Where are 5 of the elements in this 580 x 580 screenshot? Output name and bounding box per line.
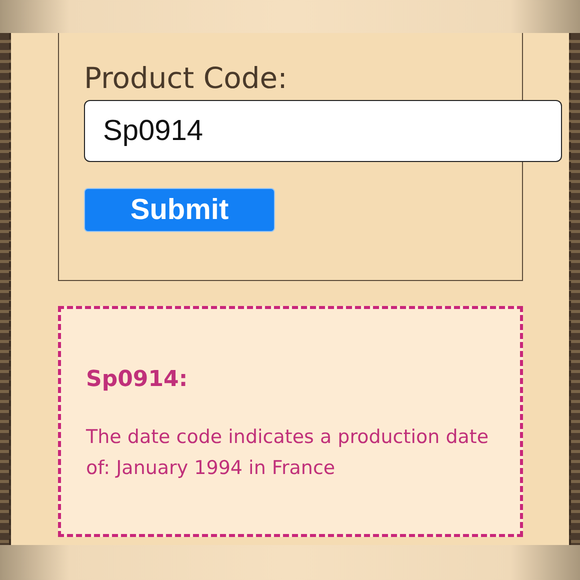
input-field[interactable]: Sp0914 [84, 100, 562, 162]
result-code: Sp0914: [86, 367, 189, 392]
submit-button[interactable]: Submit [84, 188, 275, 232]
field-label: Product Code: [84, 61, 288, 95]
result-message: The date code indicates a production date of: January 1994 in France [86, 425, 490, 481]
